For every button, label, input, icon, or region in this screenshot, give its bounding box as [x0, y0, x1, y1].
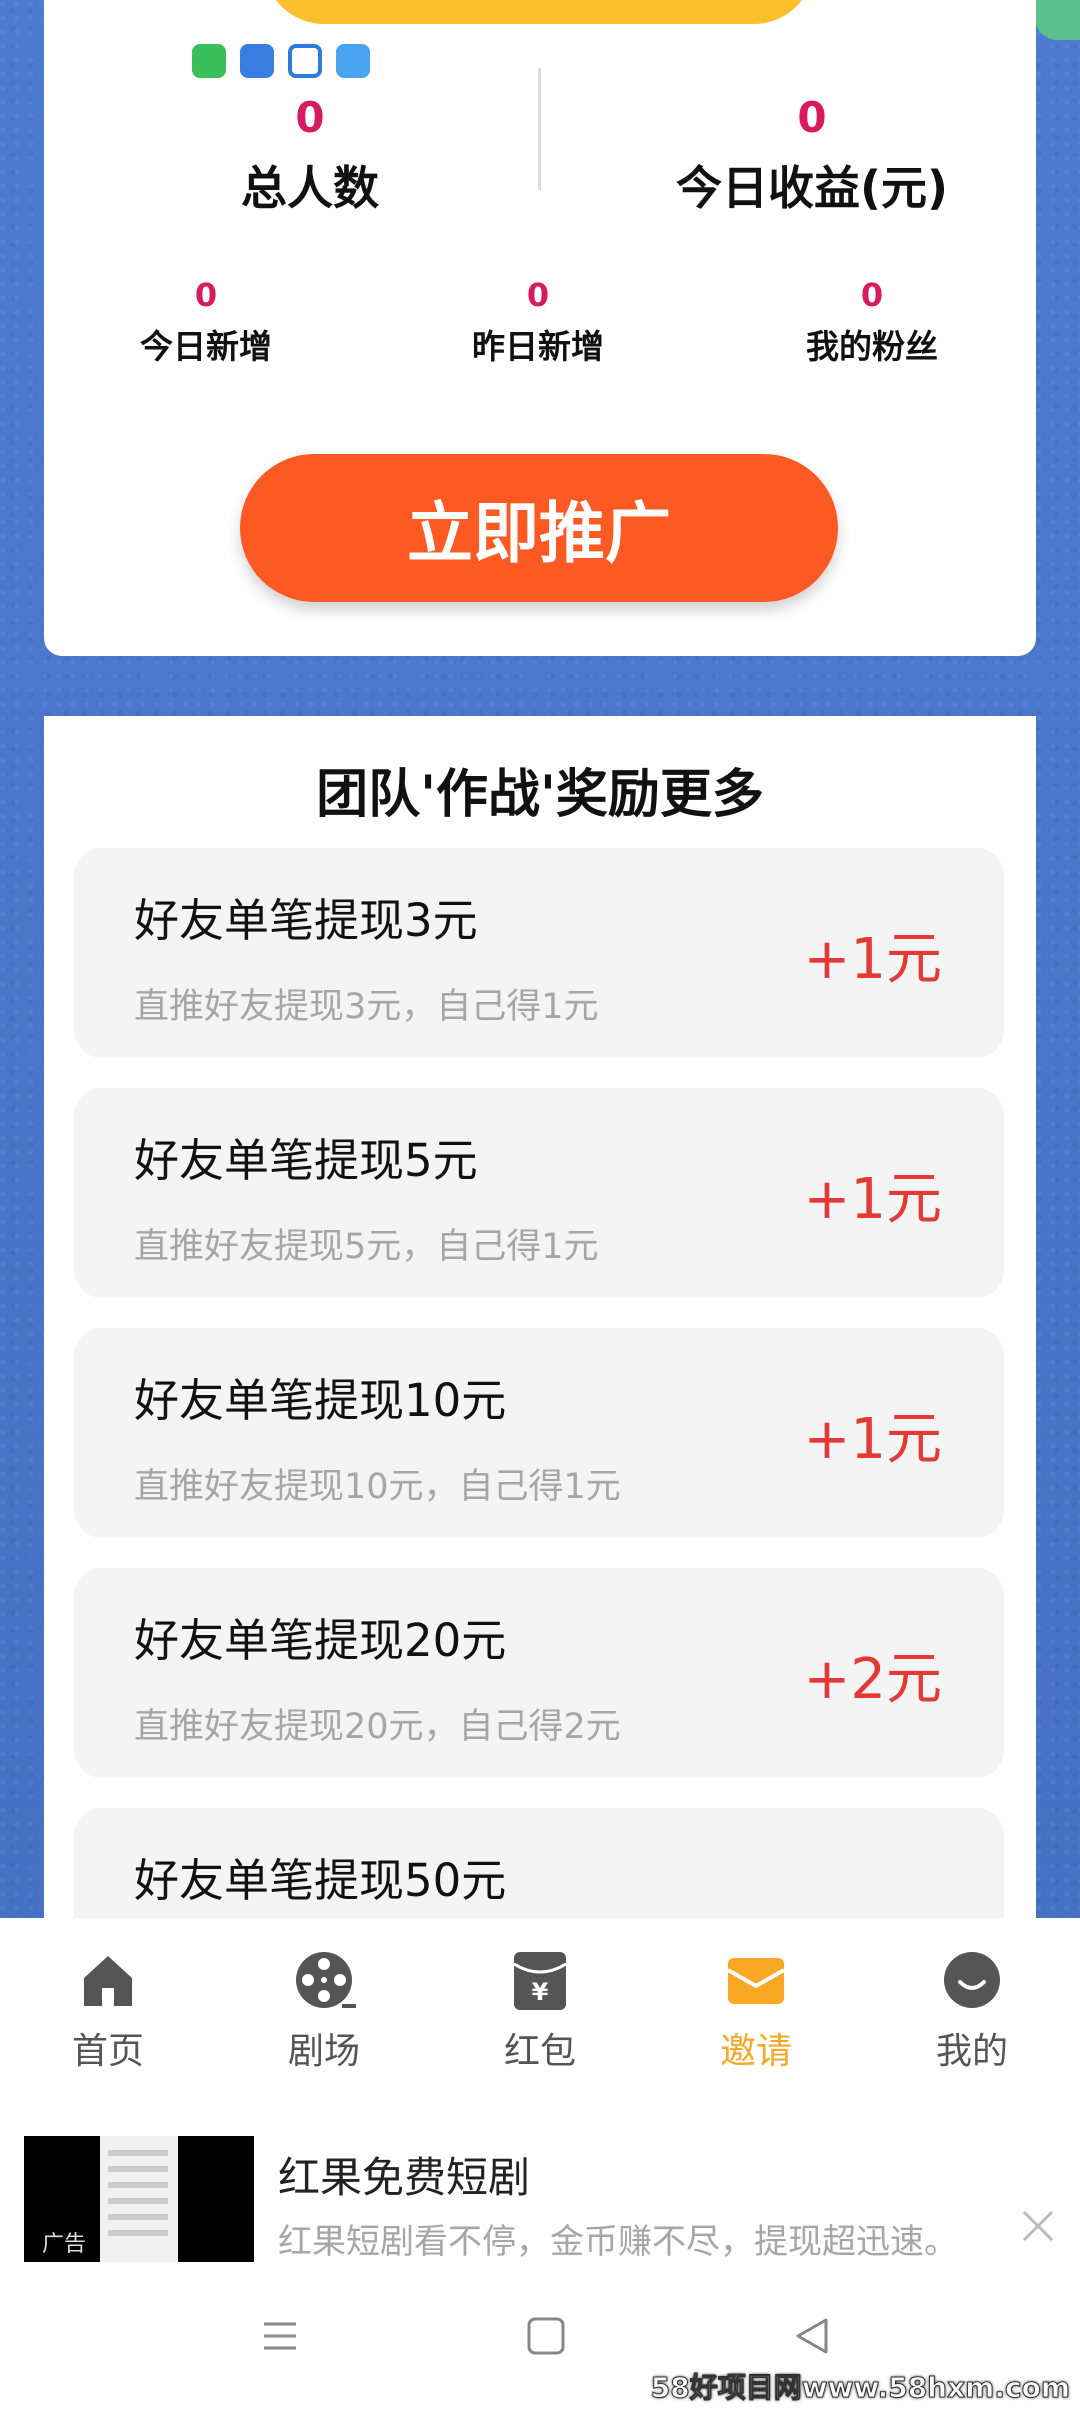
yesterday-new-label: 昨日新增	[472, 327, 604, 366]
reward-item: 好友单笔提现3元 直推好友提现3元，自己得1元 +1元	[74, 848, 1004, 1058]
reward-item: 好友单笔提现50元	[74, 1808, 1004, 1918]
bottom-tab-bar: 首页 剧场 ¥ 红包 邀请 我的	[0, 1918, 1080, 2090]
today-new-stat: 0 今日新增	[86, 276, 326, 368]
wechat-mini-icon	[192, 44, 226, 78]
stats-card: 0 总人数 0 今日收益(元) 0 今日新增 0 昨日新增 0 我的粉丝 立即推…	[44, 0, 1036, 656]
reward-desc: 直推好友提现20元，自己得2元	[134, 1707, 621, 1747]
tab-label: 红包	[503, 2031, 576, 2072]
reward-amount: +2元	[803, 1647, 942, 1712]
reward-title: 好友单笔提现3元	[134, 894, 478, 947]
stats-divider	[538, 68, 541, 190]
tab-mine[interactable]: 我的	[892, 1948, 1052, 2074]
today-earnings-stat: 0 今日收益(元)	[612, 92, 1012, 218]
back-triangle-icon[interactable]	[782, 2306, 842, 2366]
total-people-stat: 0 总人数	[110, 92, 510, 218]
close-icon[interactable]	[1018, 2206, 1058, 2246]
watermark: 58好项目网www.58hxm.com	[650, 2371, 1070, 2405]
top-yellow-button[interactable]	[264, 0, 814, 24]
svg-text:¥: ¥	[532, 1978, 549, 2006]
total-people-label: 总人数	[241, 161, 379, 215]
film-reel-icon	[296, 1952, 356, 2008]
reward-item: 好友单笔提现10元 直推好友提现10元，自己得1元 +1元	[74, 1328, 1004, 1538]
tab-home[interactable]: 首页	[28, 1948, 188, 2074]
reward-title: 好友单笔提现5元	[134, 1134, 478, 1187]
ad-tag: 广告	[42, 2232, 87, 2257]
qq-mini-icon	[288, 44, 322, 78]
reward-item: 好友单笔提现20元 直推好友提现20元，自己得2元 +2元	[74, 1568, 1004, 1778]
reward-desc: 直推好友提现5元，自己得1元	[134, 1227, 599, 1267]
fans-label: 我的粉丝	[806, 327, 938, 366]
invite-envelope-icon	[727, 1958, 785, 2004]
today-earnings-value: 0	[797, 93, 827, 142]
home-icon	[84, 1956, 132, 2006]
reward-title: 好友单笔提现20元	[134, 1614, 507, 1667]
reward-desc: 直推好友提现3元，自己得1元	[134, 987, 599, 1027]
ad-thumbnail[interactable]: 广告	[24, 2136, 254, 2266]
browser-mini-icon	[336, 44, 370, 78]
tab-label: 邀请	[719, 2031, 792, 2072]
yesterday-new-stat: 0 昨日新增	[418, 276, 658, 368]
rewards-card: 团队'作战'奖励更多 好友单笔提现3元 直推好友提现3元，自己得1元 +1元 好…	[44, 716, 1036, 1918]
home-square-icon[interactable]	[516, 2306, 576, 2366]
tab-invite[interactable]: 邀请	[676, 1948, 836, 2074]
menu-icon[interactable]	[250, 2306, 310, 2366]
reward-amount: +1元	[803, 1407, 942, 1472]
reward-amount: +1元	[803, 1167, 942, 1232]
promote-now-button[interactable]: 立即推广	[240, 454, 838, 602]
profile-smile-icon	[944, 1952, 1000, 2008]
reward-item: 好友单笔提现5元 直推好友提现5元，自己得1元 +1元	[74, 1088, 1004, 1298]
reward-title: 好友单笔提现50元	[134, 1854, 507, 1907]
ad-banner[interactable]: 广告 红果免费短剧 红果短剧看不停，金币赚不尽，提现超迅速。	[0, 2090, 1080, 2266]
red-envelope-icon: ¥	[513, 1952, 567, 2010]
ad-title[interactable]: 红果免费短剧	[278, 2144, 530, 2205]
reward-title: 好友单笔提现10元	[134, 1374, 507, 1427]
rewards-title: 团队'作战'奖励更多	[316, 765, 764, 825]
share-app-icons	[192, 44, 370, 78]
yesterday-new-value: 0	[526, 276, 550, 314]
tab-label: 我的	[935, 2031, 1008, 2072]
tab-label: 首页	[71, 2031, 144, 2072]
fans-value: 0	[860, 276, 884, 314]
fans-stat: 0 我的粉丝	[752, 276, 992, 368]
total-people-value: 0	[295, 93, 325, 142]
tab-red-envelope[interactable]: ¥ 红包	[460, 1948, 620, 2074]
today-new-value: 0	[194, 276, 218, 314]
message-mini-icon	[240, 44, 274, 78]
ad-thumbnail-screen	[100, 2136, 178, 2266]
today-new-label: 今日新增	[140, 327, 272, 366]
tab-theater[interactable]: 剧场	[244, 1948, 404, 2074]
tab-label: 剧场	[287, 2031, 360, 2072]
reward-desc: 直推好友提现10元，自己得1元	[134, 1467, 621, 1507]
today-earnings-label: 今日收益(元)	[675, 161, 949, 215]
ad-description: 红果短剧看不停，金币赚不尽，提现超迅速。	[278, 2222, 958, 2262]
reward-amount: +1元	[803, 927, 942, 992]
